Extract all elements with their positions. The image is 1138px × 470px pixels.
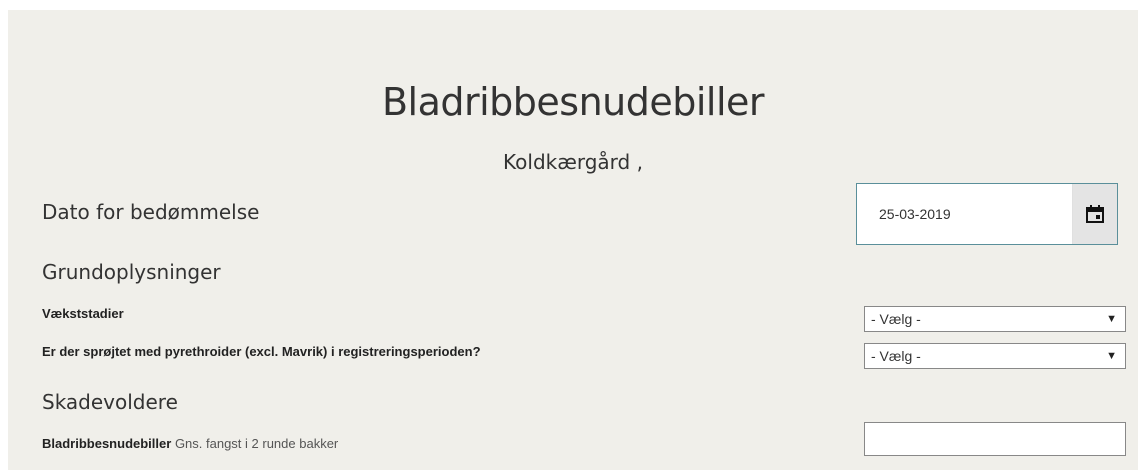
date-label: Dato for bedømmelse — [42, 200, 260, 224]
form-panel: Bladribbesnudebiller Koldkærgård , Dato … — [8, 10, 1138, 470]
location-subtitle: Koldkærgård , — [503, 150, 643, 174]
growth-stage-value: - Vælg - — [871, 311, 921, 327]
growth-stage-label: Vækststadier — [42, 306, 124, 321]
pest-hint: Gns. fangst i 2 runde bakker — [174, 436, 339, 451]
section-basic-heading: Grundoplysninger — [42, 260, 221, 284]
sprayed-select[interactable]: - Vælg - ▼ — [864, 343, 1126, 369]
page-title: Bladribbesnudebiller — [381, 80, 765, 124]
section-pests-heading: Skadevoldere — [42, 390, 178, 414]
growth-stage-select[interactable]: - Vælg - ▼ — [864, 306, 1126, 332]
pest-label: Bladribbesnudebiller — [42, 436, 172, 451]
pest-label-row: Bladribbesnudebiller Gns. fangst i 2 run… — [42, 436, 338, 451]
sprayed-label: Er der sprøjtet med pyrethroider (excl. … — [42, 344, 481, 359]
date-field — [856, 183, 1118, 245]
calendar-button[interactable] — [1072, 184, 1117, 244]
pest-count-input[interactable] — [864, 422, 1126, 456]
sprayed-value: - Vælg - — [871, 348, 921, 364]
calendar-icon — [1086, 205, 1104, 223]
chevron-down-icon: ▼ — [1106, 313, 1117, 325]
chevron-down-icon: ▼ — [1106, 350, 1117, 362]
date-input[interactable] — [857, 184, 1072, 244]
